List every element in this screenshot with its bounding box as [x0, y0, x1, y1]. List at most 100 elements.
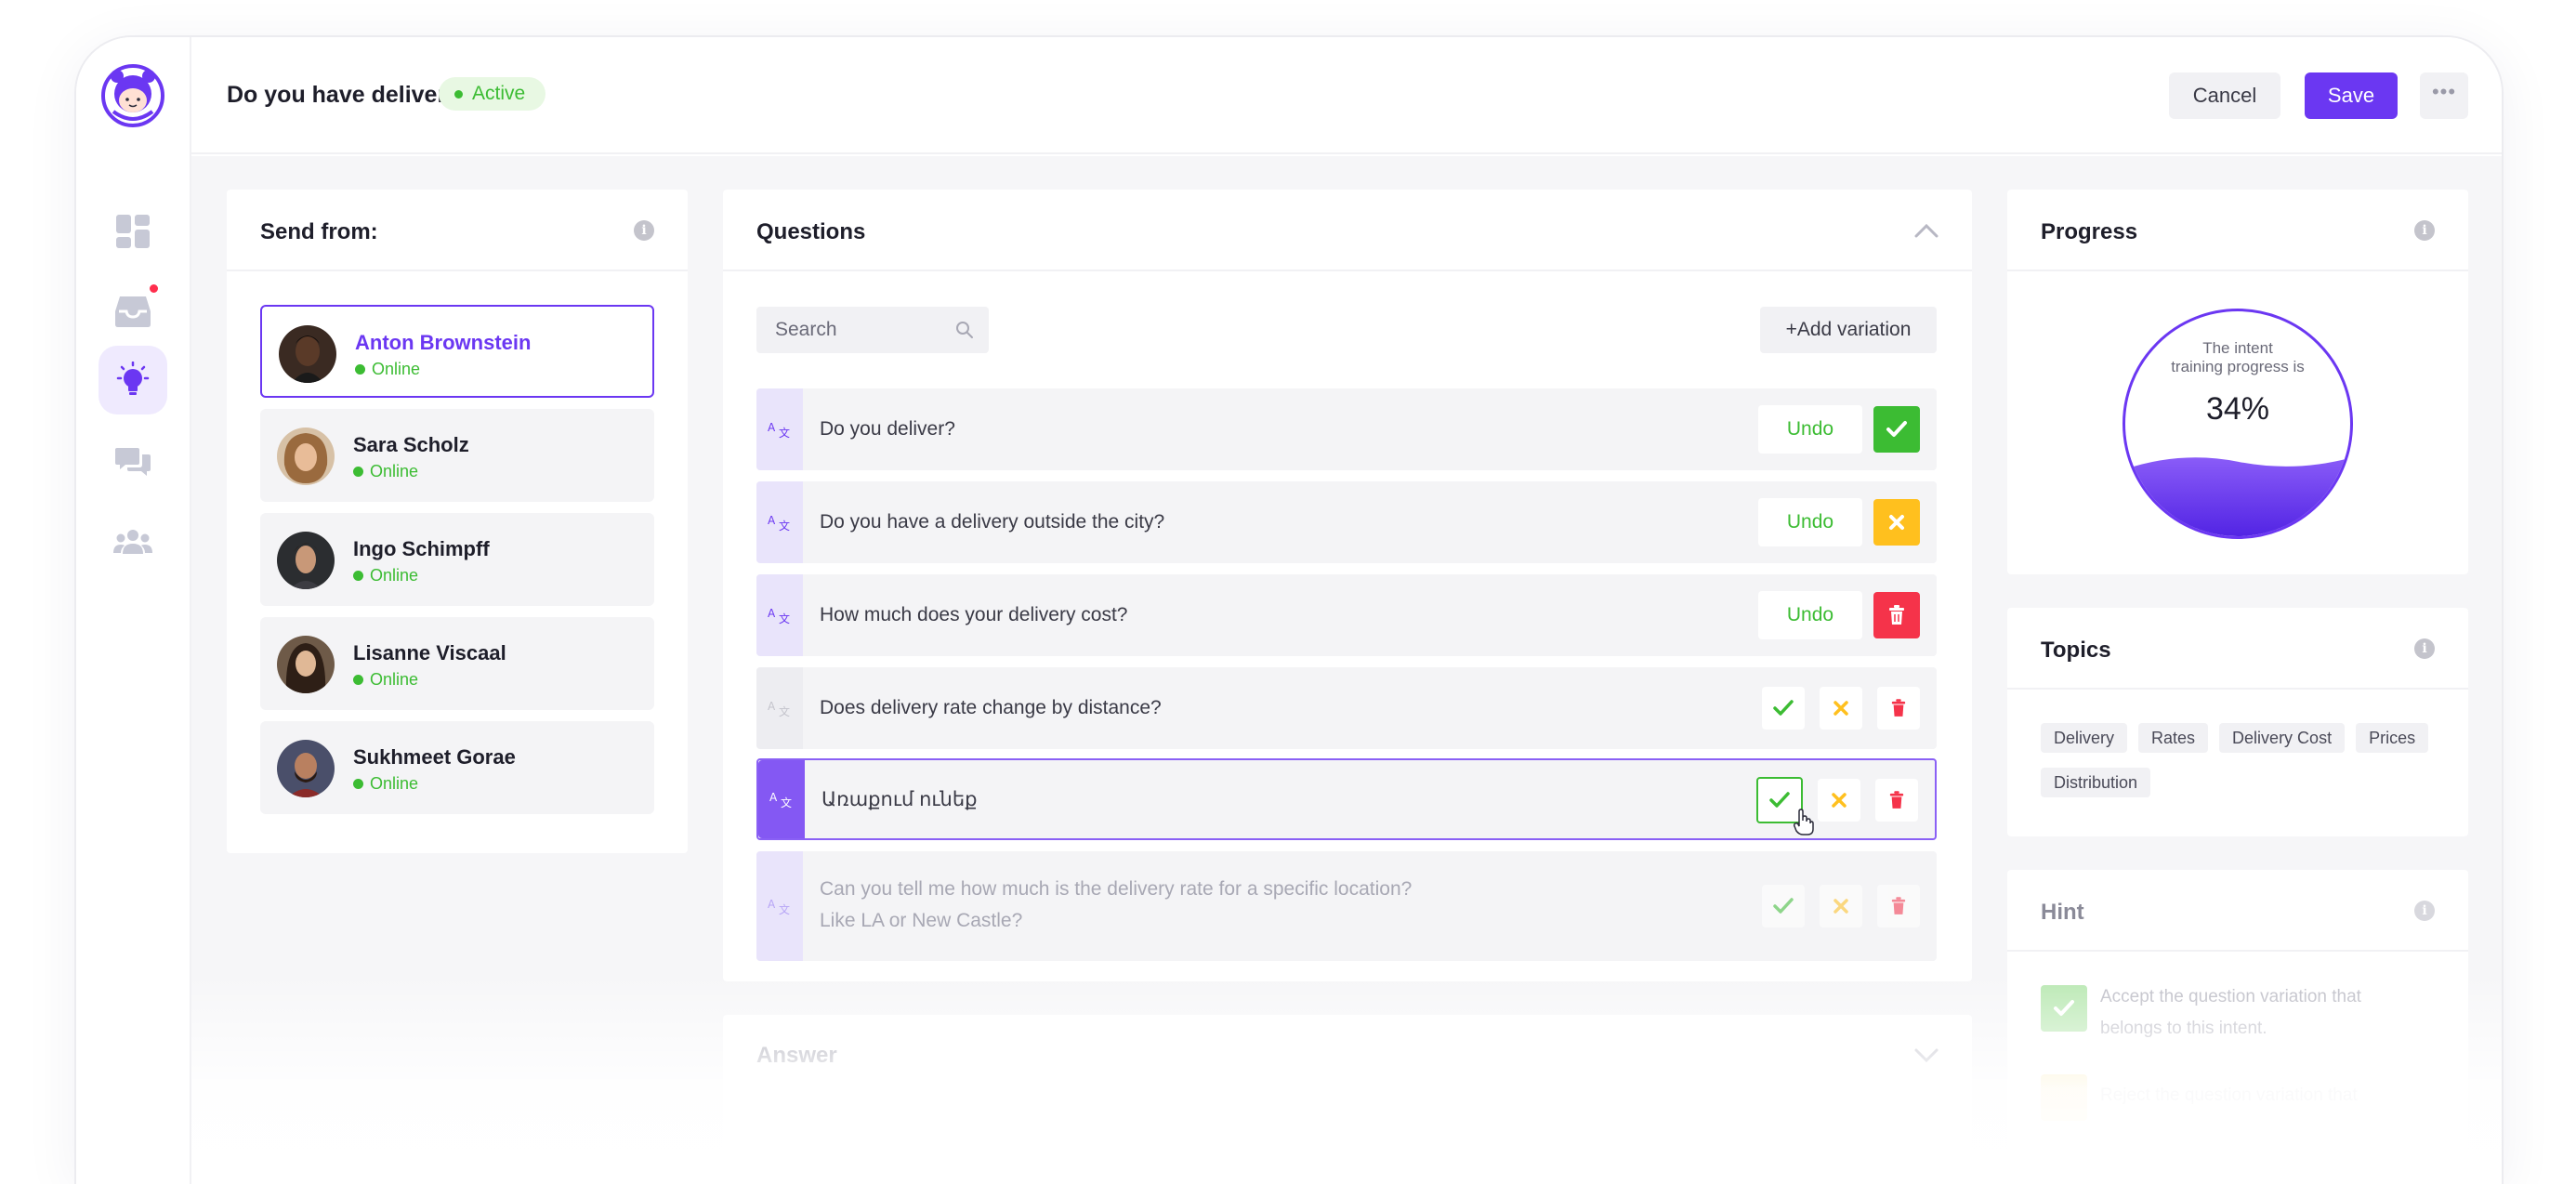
nav-team[interactable] — [99, 507, 167, 576]
undo-button[interactable]: Undo — [1758, 591, 1862, 639]
topic-tag[interactable]: Delivery — [2041, 723, 2128, 753]
hint-title: Hint — [2041, 900, 2084, 925]
chevron-down-icon[interactable] — [1914, 1048, 1939, 1063]
svg-text:A: A — [769, 791, 778, 804]
answer-title: Answer — [756, 1043, 837, 1068]
sender-item[interactable]: Sara Scholz Online — [260, 409, 654, 502]
sender-name: Sara Scholz — [353, 433, 469, 456]
add-variation-button[interactable]: +Add variation — [1760, 307, 1937, 353]
accept-button[interactable] — [1762, 687, 1805, 730]
progress-gauge: The intent training progress is 34% — [2123, 309, 2353, 539]
info-icon[interactable]: i — [634, 220, 654, 241]
avatar — [277, 532, 335, 589]
cancel-button[interactable]: Cancel — [2169, 72, 2280, 119]
sender-status: Online — [352, 462, 419, 480]
nav-inbox[interactable] — [99, 277, 167, 346]
hint-line: Accept the question variation that — [2100, 987, 2361, 1006]
check-icon — [1769, 792, 1790, 808]
deleted-trash-icon[interactable] — [1873, 592, 1920, 638]
accept-button[interactable] — [1762, 885, 1805, 927]
svg-text:A: A — [768, 514, 776, 527]
accepted-check-icon[interactable] — [1873, 406, 1920, 453]
hint-line: Reject the question variation that — [2100, 1085, 2358, 1105]
question-row-editing[interactable]: A文 Առաքում ունեք — [756, 758, 1937, 840]
topic-tag[interactable]: Distribution — [2041, 768, 2151, 797]
hint-card: Hint i Accept the question variation tha… — [2007, 870, 2468, 1177]
svg-text:A: A — [768, 700, 776, 713]
delete-button[interactable] — [1877, 687, 1920, 730]
avatar — [277, 636, 335, 693]
nav-dashboard[interactable] — [99, 197, 167, 266]
search-placeholder: Search — [775, 319, 837, 340]
page-title: Do you have delivery? — [227, 82, 474, 108]
question-text-line: Can you tell me how much is the delivery… — [820, 878, 1413, 900]
question-row[interactable]: A文 Can you tell me how much is the deliv… — [756, 851, 1937, 961]
question-row[interactable]: A文 How much does your delivery cost? Und… — [756, 574, 1937, 656]
rejected-x-icon[interactable] — [1873, 499, 1920, 546]
svg-text:A: A — [768, 421, 776, 434]
save-button[interactable]: Save — [2305, 72, 2398, 119]
close-icon — [1832, 793, 1847, 808]
reject-button[interactable] — [1818, 779, 1860, 822]
sender-status: Online — [352, 774, 419, 793]
chevron-up-icon[interactable] — [1914, 223, 1939, 238]
search-input[interactable]: Search — [756, 307, 989, 353]
inbox-icon — [115, 296, 151, 327]
sender-item[interactable]: Sukhmeet Gorae Online — [260, 721, 654, 814]
progress-card: Progress i The intent training progress … — [2007, 190, 2468, 574]
info-icon[interactable]: i — [2414, 638, 2435, 659]
sender-status: Online — [352, 670, 419, 689]
progress-value: 34% — [2205, 391, 2270, 427]
question-row[interactable]: A文 Does delivery rate change by distance… — [756, 667, 1937, 749]
lightbulb-icon — [116, 362, 150, 395]
question-row[interactable]: A文 Do you have a delivery outside the ci… — [756, 481, 1937, 563]
questions-header[interactable]: Questions — [723, 190, 1972, 271]
hand-cursor-icon — [1794, 809, 1814, 835]
hint-text: Accept the question variation that belon… — [2100, 981, 2361, 1045]
send-from-title: Send from: — [260, 219, 378, 244]
trash-icon — [1889, 791, 1904, 809]
delete-button[interactable] — [1877, 885, 1920, 927]
sidebar-rail — [76, 37, 191, 1184]
close-icon — [1833, 899, 1848, 914]
progress-header: Progress i — [2007, 190, 2468, 271]
app-logo[interactable] — [100, 63, 165, 128]
search-icon — [956, 322, 973, 338]
undo-button[interactable]: Undo — [1758, 405, 1862, 454]
answer-card[interactable]: Answer — [723, 1015, 1972, 1164]
topic-tag[interactable]: Rates — [2138, 723, 2209, 753]
check-icon — [1773, 898, 1794, 914]
info-icon[interactable]: i — [2414, 901, 2435, 921]
nav-intents[interactable] — [99, 346, 167, 414]
reject-button[interactable] — [1820, 687, 1862, 730]
sender-name: Lisanne Viscaal — [353, 641, 506, 664]
svg-text:A: A — [768, 607, 776, 620]
nav-conversations[interactable] — [99, 428, 167, 496]
info-icon[interactable]: i — [2414, 220, 2435, 241]
main-content: Send from: i Anton Brownstein Online Sar… — [191, 156, 2502, 1184]
more-options-button[interactable]: ••• — [2420, 72, 2468, 119]
svg-text:文: 文 — [779, 612, 790, 625]
question-text[interactable]: Առաքում ունեք — [821, 784, 978, 816]
send-from-header: Send from: i — [227, 190, 688, 271]
sender-item[interactable]: Ingo Schimpff Online — [260, 513, 654, 606]
sender-item[interactable]: Lisanne Viscaal Online — [260, 617, 654, 710]
undo-button[interactable]: Undo — [1758, 498, 1862, 546]
topic-tag[interactable]: Delivery Cost — [2219, 723, 2346, 753]
notification-dot — [148, 283, 160, 295]
avatar — [277, 428, 335, 485]
avatar — [279, 325, 336, 383]
hint-line: belongs to this intent. — [2100, 1019, 2267, 1038]
questions-title: Questions — [756, 219, 866, 244]
translate-icon: A文 — [756, 388, 803, 470]
close-icon — [2041, 1074, 2087, 1121]
progress-title: Progress — [2041, 219, 2138, 244]
topic-tag[interactable]: Prices — [2356, 723, 2429, 753]
reject-button[interactable] — [1820, 885, 1862, 927]
sender-status: Online — [352, 566, 419, 585]
question-row[interactable]: A文 Do you deliver? Undo — [756, 388, 1937, 470]
avatar — [277, 740, 335, 797]
delete-button[interactable] — [1875, 779, 1918, 822]
question-text-line: Like LA or New Castle? — [820, 910, 1023, 931]
sender-item[interactable]: Anton Brownstein Online — [260, 305, 654, 398]
